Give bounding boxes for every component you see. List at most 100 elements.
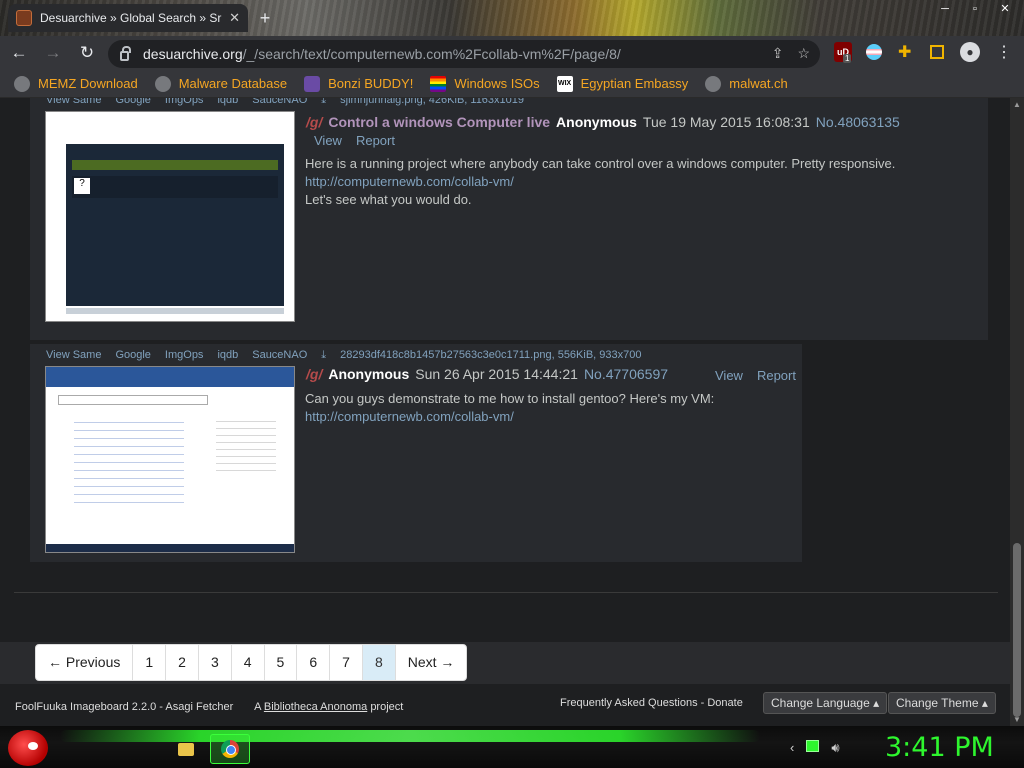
bookmark-malwatch[interactable]: malwat.ch — [705, 75, 788, 92]
profile-avatar-icon[interactable]: ● — [960, 42, 980, 62]
system-tray: ‹ 🔊︎ — [790, 740, 840, 756]
download-icon[interactable]: ⤓ — [321, 349, 326, 362]
iqdb-link[interactable]: iqdb — [217, 98, 238, 107]
report-link[interactable]: Report — [757, 368, 796, 383]
bookmark-windows-isos[interactable]: Windows ISOs — [430, 75, 540, 92]
bookmark-bonzi-buddy[interactable]: Bonzi BUDDY! — [304, 75, 413, 92]
battery-icon[interactable] — [806, 740, 820, 752]
rainbow-flag-icon — [430, 75, 447, 92]
forward-arrow-icon[interactable]: → — [38, 39, 68, 67]
saucenao-link[interactable]: SauceNAO — [252, 98, 307, 107]
bookmark-label: MEMZ Download — [38, 76, 138, 91]
post-number-link[interactable]: No.47706597 — [584, 366, 668, 382]
site-footer: FoolFuuka Imageboard 2.2.0 - Asagi Fetch… — [0, 684, 1010, 726]
page-content: View Same Google ImgOps iqdb SauceNAO ⤓ … — [0, 98, 1010, 726]
change-theme-button[interactable]: Change Theme ▴ — [888, 692, 996, 714]
iqdb-link[interactable]: iqdb — [217, 349, 238, 362]
volume-icon[interactable]: 🔊︎ — [831, 740, 839, 756]
new-tab-button[interactable]: + — [254, 8, 276, 30]
page-7-button[interactable]: 7 — [330, 645, 363, 680]
page-8-button-current[interactable]: 8 — [362, 645, 396, 680]
imgops-link[interactable]: ImgOps — [165, 98, 204, 107]
view-same-link[interactable]: View Same — [46, 349, 101, 362]
window-controls: ─ ▫ ✕ — [930, 2, 1020, 18]
address-bar[interactable]: desuarchive.org /_/search/text/computern… — [108, 40, 820, 68]
post-header: /g/ Anonymous Sun 26 Apr 2015 14:44:21 N… — [306, 366, 668, 382]
imgops-link[interactable]: ImgOps — [165, 349, 204, 362]
project-suffix: project — [370, 701, 404, 713]
post-thumbnail[interactable] — [45, 366, 295, 553]
maximize-icon[interactable]: ▫ — [960, 2, 990, 18]
post: View Same Google ImgOps iqdb SauceNAO ⤓ … — [30, 344, 802, 562]
side-panel-icon[interactable] — [930, 45, 944, 59]
post-text-line: Can you guys demonstrate to me how to in… — [305, 391, 715, 406]
bookmark-label: Windows ISOs — [454, 76, 540, 91]
poster-name: Anonymous — [328, 366, 410, 382]
back-arrow-icon[interactable]: ← — [4, 39, 34, 67]
board-link[interactable]: /g/ — [306, 114, 322, 130]
bookmark-label: Egyptian Embassy — [580, 76, 689, 91]
saucenao-link[interactable]: SauceNAO — [252, 349, 307, 362]
view-same-link[interactable]: View Same — [46, 98, 101, 107]
tray-chevron-icon[interactable]: ‹ — [790, 740, 794, 756]
extensions-puzzle-icon[interactable]: ✚ — [898, 42, 911, 62]
post-url-link[interactable]: http://computernewb.com/collab-vm/ — [305, 173, 945, 191]
page-3-button[interactable]: 3 — [199, 645, 232, 680]
browser-menu-kebab-icon[interactable]: ⋮ — [996, 42, 1012, 62]
change-language-button[interactable]: Change Language ▴ — [763, 692, 888, 714]
file-links: View Same Google ImgOps iqdb SauceNAO ⤓ … — [46, 98, 524, 107]
view-link[interactable]: View — [715, 368, 743, 383]
taskbar-glow-decoration — [60, 730, 760, 742]
taskbar-clock[interactable]: 3:41 PM — [885, 732, 994, 763]
next-page-button[interactable]: Next → — [396, 645, 467, 680]
footer-credits: FoolFuuka Imageboard 2.2.0 - Asagi Fetch… — [15, 701, 403, 713]
view-link[interactable]: View — [314, 133, 342, 148]
post-url-link[interactable]: http://computernewb.com/collab-vm/ — [305, 408, 785, 426]
trans-flag-extension-icon[interactable] — [866, 44, 882, 60]
close-window-icon[interactable]: ✕ — [990, 2, 1020, 18]
board-link[interactable]: /g/ — [306, 366, 322, 382]
scrollbar-thumb[interactable] — [1013, 543, 1021, 717]
globe-icon — [154, 75, 171, 92]
page-4-button[interactable]: 4 — [232, 645, 265, 680]
previous-page-button[interactable]: ← Previous — [36, 645, 134, 680]
url-path: /_/search/text/computernewb.com%2Fcollab… — [242, 46, 621, 62]
url-host: desuarchive.org — [143, 46, 243, 62]
reload-icon[interactable]: ↻ — [72, 39, 102, 67]
chrome-taskbar-icon[interactable] — [210, 734, 250, 764]
bookmark-malware-database[interactable]: Malware Database — [154, 75, 288, 92]
bookmark-memz-download[interactable]: MEMZ Download — [14, 75, 138, 92]
minimize-icon[interactable]: ─ — [930, 2, 960, 18]
faq-donate-links[interactable]: Frequently Asked Questions - Donate — [560, 697, 743, 709]
post-header: /g/ Control a windows Computer live Anon… — [306, 114, 900, 130]
bibliotheca-anonoma-link[interactable]: Bibliotheca Anonoma — [264, 701, 367, 713]
page-1-button[interactable]: 1 — [133, 645, 167, 680]
angry-bird-start-icon[interactable] — [8, 730, 48, 766]
file-info[interactable]: 28293df418c8b1457b27563c3e0c1711.png, 55… — [340, 349, 641, 362]
project-prefix: A — [254, 701, 261, 713]
download-icon[interactable]: ⤓ — [321, 98, 326, 107]
globe-icon — [705, 75, 722, 92]
lock-icon[interactable] — [120, 46, 131, 61]
scroll-up-icon[interactable]: ▲ — [1013, 100, 1021, 109]
google-link[interactable]: Google — [115, 349, 150, 362]
file-explorer-taskbar-icon[interactable] — [166, 734, 206, 764]
post-thumbnail[interactable]: ? — [45, 111, 295, 322]
page-5-button[interactable]: 5 — [265, 645, 298, 680]
scroll-down-icon[interactable]: ▼ — [1013, 715, 1021, 724]
share-icon[interactable]: ⇪ — [772, 45, 784, 62]
page-2-button[interactable]: 2 — [166, 645, 199, 680]
post-actions: View Report — [715, 368, 796, 383]
browser-tab-active[interactable]: Desuarchive » Global Search » Sr ✕ — [8, 4, 248, 32]
tab-close-icon[interactable]: ✕ — [229, 10, 240, 26]
file-info[interactable]: sjlmnjunnalg.png, 426KiB, 1163x1019 — [340, 98, 524, 107]
post-number-link[interactable]: No.48063135 — [816, 114, 900, 130]
report-link[interactable]: Report — [356, 133, 395, 148]
bookmark-star-icon[interactable]: ☆ — [797, 45, 810, 62]
google-link[interactable]: Google — [115, 98, 150, 107]
page-scrollbar[interactable]: ▲ ▼ — [1010, 98, 1024, 726]
bookmark-label: Malware Database — [178, 76, 288, 91]
post-text-line: Let's see what you would do. — [305, 192, 472, 207]
bookmark-egyptian-embassy[interactable]: WIX Egyptian Embassy — [556, 75, 689, 92]
page-6-button[interactable]: 6 — [297, 645, 331, 680]
